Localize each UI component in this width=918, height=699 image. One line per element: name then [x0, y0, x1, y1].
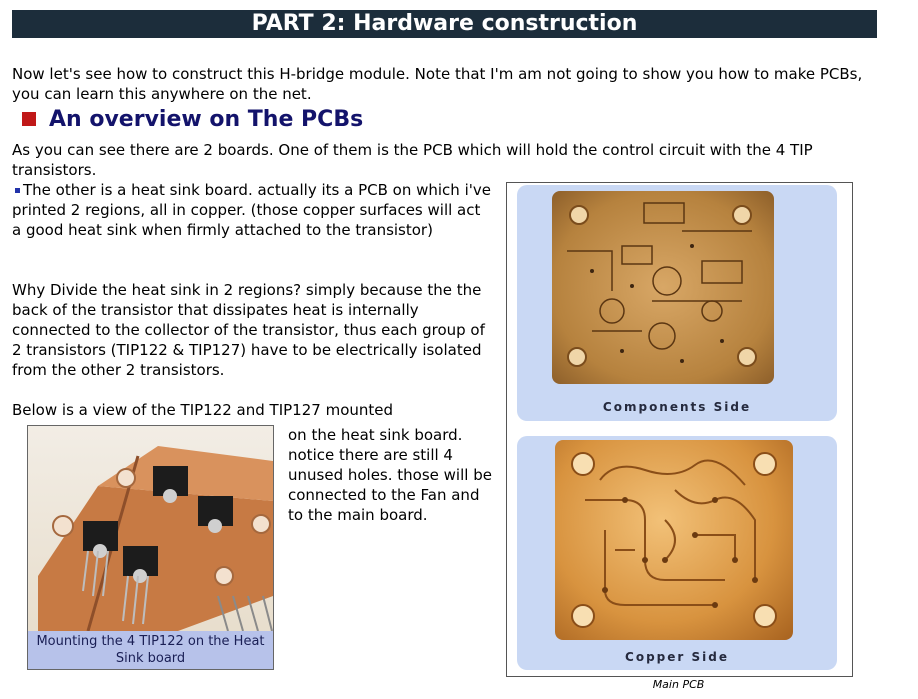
blue-square-bullet-icon: [15, 188, 20, 193]
heatsink-photo-caption: Mounting the 4 TIP122 on the Heat Sink b…: [28, 631, 273, 669]
heatsink-photo: Mounting the 4 TIP122 on the Heat Sink b…: [27, 425, 274, 670]
section-heading: An overview on The PCBs: [22, 105, 363, 133]
components-side-board-image: [552, 191, 774, 384]
paragraph-below: Below is a view of the TIP122 and TIP127…: [12, 401, 394, 419]
section-title: An overview on The PCBs: [49, 106, 364, 132]
copper-side-panel: Copper Side: [517, 436, 837, 670]
page-header: PART 2: Hardware construction: [12, 10, 877, 38]
components-side-label: Components Side: [602, 400, 752, 414]
main-pcb-caption: Main PCB: [652, 678, 705, 691]
paragraph-boards: As you can see there are 2 boards. One o…: [12, 141, 813, 179]
red-square-bullet-icon: [22, 112, 36, 126]
copper-side-board-image: [555, 440, 793, 640]
main-pcb-figure: Components Side Copper Side: [506, 182, 853, 677]
components-side-panel: Components Side: [517, 185, 837, 421]
copper-board-illustration: [571, 452, 777, 628]
paragraph-heatsink-text: The other is a heat sink board. actually…: [12, 181, 491, 239]
copper-side-label: Copper Side: [625, 650, 729, 664]
heatsink-board-illustration: [38, 446, 273, 632]
paragraph-heatsink: The other is a heat sink board. actually…: [12, 180, 492, 240]
intro-paragraph: Now let's see how to construct this H-br…: [12, 65, 863, 103]
components-board-illustration: [567, 202, 757, 367]
paragraph-divide: Why Divide the heat sink in 2 regions? s…: [12, 281, 485, 379]
paragraph-mounted: on the heat sink board. notice there are…: [288, 426, 492, 524]
